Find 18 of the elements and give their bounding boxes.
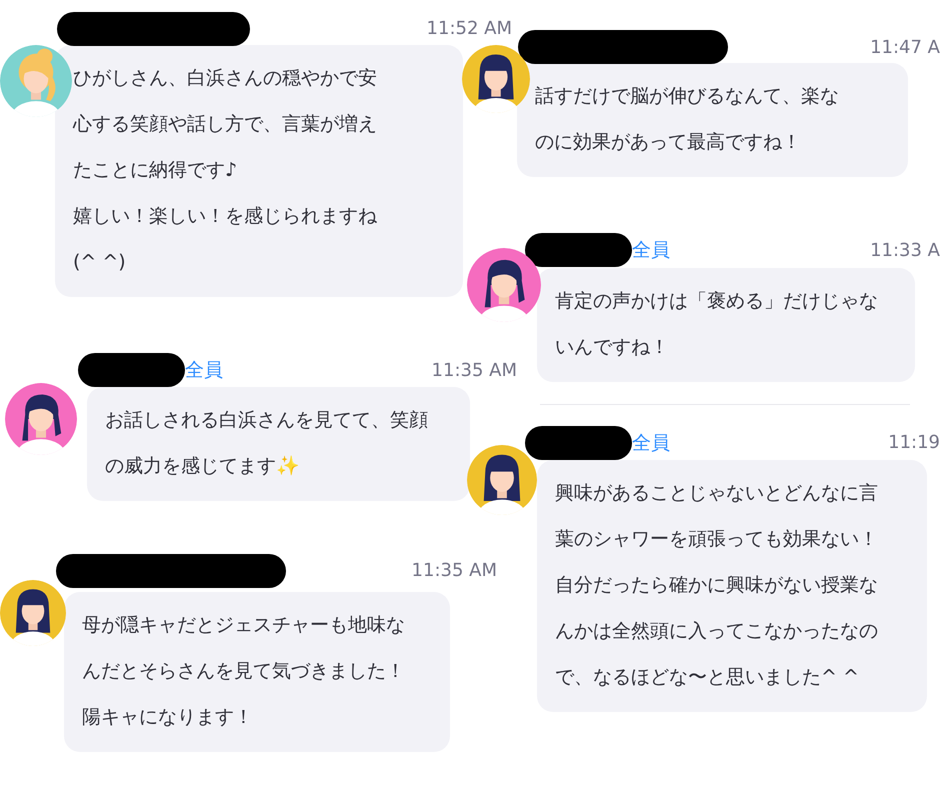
message-text: 話すだけで脳が伸びるなんて、楽なのに効果があって最高ですね！ xyxy=(535,84,840,155)
recipient-label: 全員 xyxy=(632,430,670,456)
message-time: 11:19 xyxy=(888,432,940,453)
message-text: 自分だったら確かに興味がない授業なんかは全然頭に入ってこなかったなので、なるほどな〜と思いました^ ^ xyxy=(555,573,879,690)
message-text: 肯定の声かけは「褒める」だけじゃないんですね！ xyxy=(555,289,879,360)
message-time: 11:47 A xyxy=(870,36,940,58)
message-time: 11:52 AM xyxy=(426,18,512,39)
message-text: 陽キャになります！ xyxy=(82,705,254,730)
recipient-label: 全員 xyxy=(632,238,670,263)
message-text: お話しされる白浜さんを見てて、笑顔の威力を感じてます✨ xyxy=(105,408,429,479)
message-text: ひがしさん、白浜さんの穏やかで安心する笑顔や話し方で、言葉が増えたことに納得です♪ xyxy=(73,66,378,183)
recipient-label: 全員 xyxy=(185,358,223,383)
message-time: 11:35 AM xyxy=(432,360,517,380)
message-text: 嬉しい！楽しい！を感じられますね(^ ^) xyxy=(73,204,378,275)
message-time: 11:33 A xyxy=(870,240,940,260)
message-time: 11:35 AM xyxy=(412,560,497,581)
message-text: 興味があることじゃないとどんなに言葉のシャワーを頑張っても効果ない！ xyxy=(555,481,879,552)
message-text: 母が隠キャだとジェスチャーも地味なんだとそらさんを見て気づきました！ xyxy=(82,613,406,684)
